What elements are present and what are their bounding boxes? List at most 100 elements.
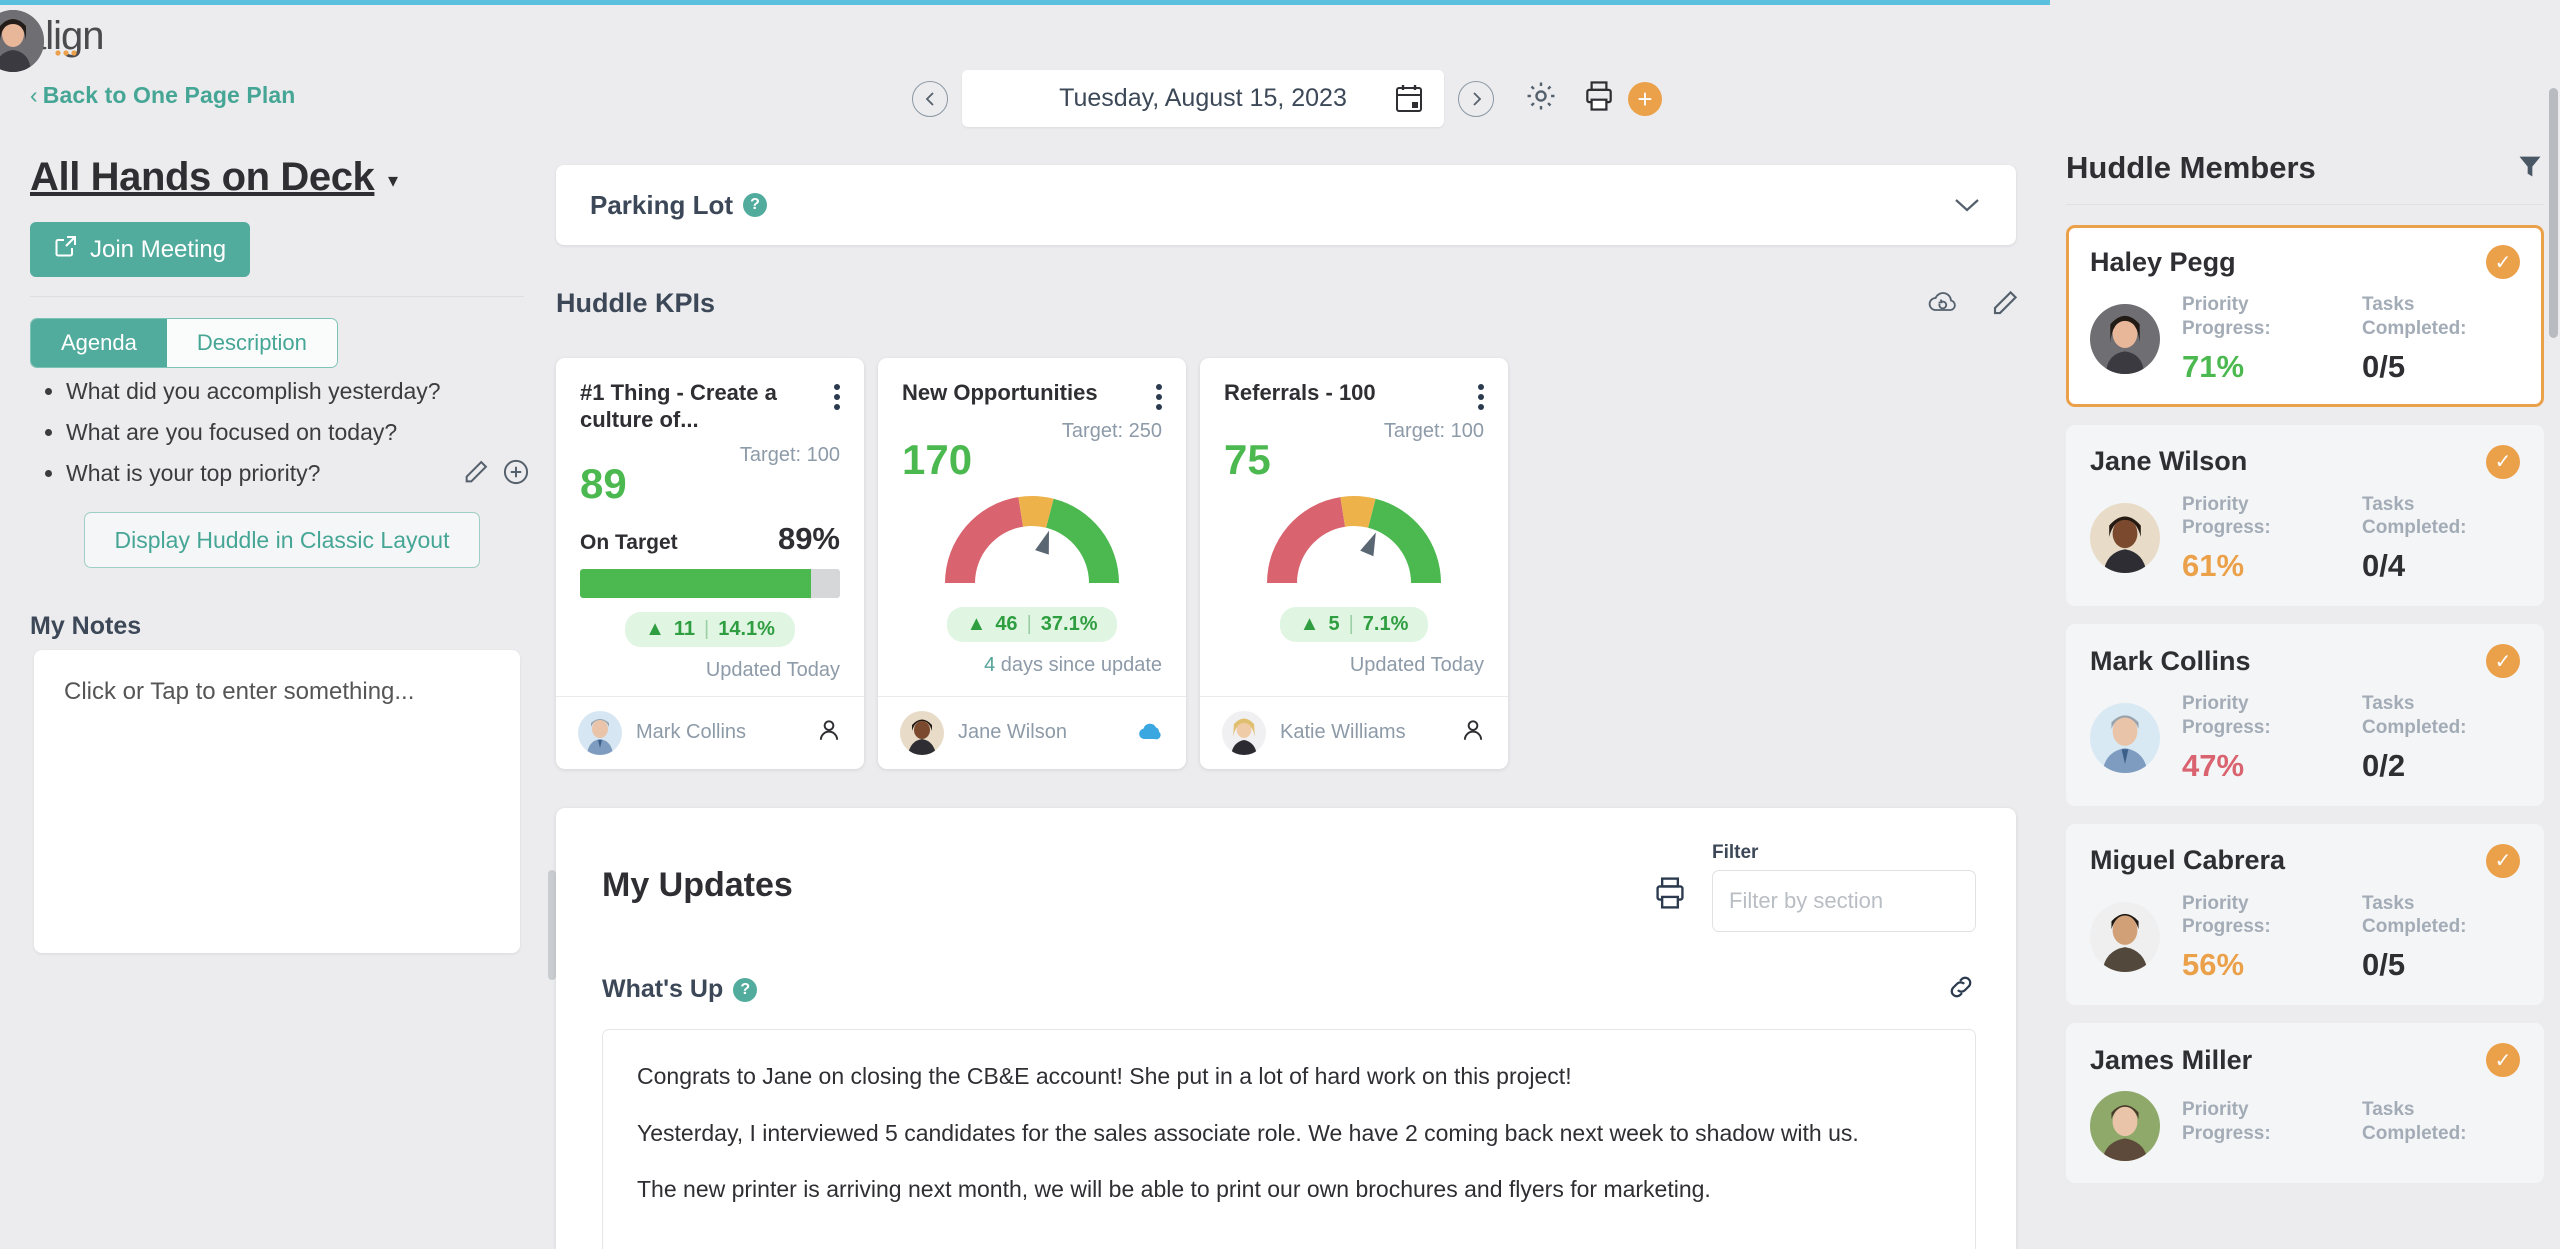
kpi-value: 89 [580,459,627,507]
my-notes-input[interactable]: Click or Tap to enter something... [34,650,520,953]
avatar [1222,710,1266,755]
tab-agenda[interactable]: Agenda [31,319,167,367]
kebab-menu-icon[interactable] [1478,384,1484,410]
check-icon[interactable]: ✓ [2486,444,2520,479]
kpi-owner-name: Jane Wilson [958,721,1067,744]
kpi-percent-label: 89% [777,520,840,556]
delta-separator: | [1026,613,1032,635]
help-icon[interactable]: ? [733,977,758,1002]
person-icon[interactable] [1460,717,1486,748]
printer-icon[interactable] [1654,876,1686,915]
member-card-body: Priority Progress: Tasks Completed: [2090,1091,2520,1161]
chevron-down-icon[interactable] [1952,190,1982,221]
member-tasks-completed: Tasks Completed: [2362,1098,2520,1154]
main-content: Parking Lot ? Huddle KPIs #1 Thing - Cre… [556,0,2050,1249]
priority-progress-label: Priority Progress: [2182,294,2271,339]
whats-up-content[interactable]: Congrats to Jane on closing the CB&E acc… [602,1029,1976,1249]
kpi-title: New Opportunities [902,380,1098,405]
tasks-completed-value: 0/5 [2362,348,2406,384]
member-priority-progress: Priority Progress: 47% [2182,692,2340,784]
edit-kpis-icon[interactable] [1990,288,2020,323]
agenda-item: What is your top priority? [66,460,520,487]
whats-up-title-group: What's Up ? [602,975,758,1004]
chevron-left-icon: ‹ [30,82,38,108]
check-icon[interactable]: ✓ [2486,843,2520,878]
delta-up-arrow-icon: ▲ [645,617,665,640]
member-card-body: Priority Progress: 71% Tasks Completed: 0/5 [2090,293,2520,385]
cloud-refresh-icon[interactable] [1926,289,1958,322]
member-name: Miguel Cabrera [2090,845,2286,875]
kpi-title: #1 Thing - Create a culture of... [580,380,777,432]
kpi-header-actions [1926,288,2020,323]
back-to-one-page-plan-link[interactable]: ‹ Back to One Page Plan [30,82,295,109]
tasks-completed-label: Tasks Completed: [2362,294,2467,339]
parking-lot-title-group: Parking Lot ? [590,190,768,221]
tab-description[interactable]: Description [166,319,337,367]
kpi-delta-badge: ▲ 5 | 7.1% [1279,607,1429,642]
kpi-delta-wrap: ▲ 11 | 14.1% [580,611,840,647]
huddle-member-card[interactable]: Jane Wilson ✓ Priority Progress: 61% Tasks C… [2066,424,2544,606]
parking-lot-section[interactable]: Parking Lot ? [556,165,2016,245]
check-icon[interactable]: ✓ [2486,245,2520,279]
link-icon[interactable] [1946,972,1976,1007]
delta-value: 11 [673,617,696,640]
kpi-title: Referrals - 100 [1224,380,1376,405]
display-classic-layout-button[interactable]: Display Huddle in Classic Layout [84,512,480,568]
kpi-gauge [902,475,1162,593]
kebab-menu-icon[interactable] [1156,384,1162,410]
kpi-updated-highlight: 4 [984,654,996,676]
huddle-member-card[interactable]: Miguel Cabrera ✓ Priority Progress: 56% Task… [2066,823,2544,1005]
kpi-progress-bar [580,568,840,598]
kebab-menu-icon[interactable] [834,384,840,410]
kpi-delta-badge: ▲ 11 | 14.1% [625,611,795,647]
person-icon[interactable] [816,717,842,748]
back-link-label: Back to One Page Plan [42,82,296,108]
member-priority-progress: Priority Progress: 71% [2182,293,2340,385]
tasks-completed-label: Tasks Completed: [2362,892,2467,938]
priority-progress-value: 61% [2182,548,2245,583]
kpi-owner-name: Mark Collins [636,721,747,744]
huddle-member-card[interactable]: Haley Pegg ✓ Priority Progress: 71% Tasks Co… [2066,225,2544,407]
tasks-completed-value: 0/5 [2362,947,2406,982]
left-scrollbar-thumb[interactable] [548,870,556,980]
help-icon[interactable]: ? [743,193,768,217]
priority-progress-label: Priority Progress: [2182,493,2271,539]
my-notes-placeholder: Click or Tap to enter something... [64,678,415,705]
funnel-icon[interactable] [2516,152,2544,185]
huddle-members-title: Huddle Members [2066,150,2316,185]
check-icon[interactable]: ✓ [2486,644,2520,678]
delta-value: 5 [1328,613,1340,635]
kpi-delta-badge: ▲ 46 | 37.1% [946,607,1118,642]
member-priority-progress: Priority Progress: 61% [2182,493,2340,585]
tasks-completed-value: 0/4 [2362,548,2406,583]
kpi-card[interactable]: #1 Thing - Create a culture of... Target… [556,358,864,769]
member-card-header: Haley Pegg ✓ [2090,245,2520,279]
member-priority-progress: Priority Progress: [2182,1098,2340,1154]
priority-progress-value: 47% [2182,747,2245,783]
meeting-dropdown-caret[interactable]: ▾ [388,168,398,193]
member-card-body: Priority Progress: 61% Tasks Completed: 0/4 [2090,493,2520,585]
whats-up-row: What's Up ? [602,972,1976,1007]
kpi-card[interactable]: Referrals - 100 Target: 100 75 ▲ 5 | 7.1… [1200,358,1508,769]
agenda-items: What did you accomplish yesterday? What … [40,378,520,501]
filter-input[interactable] [1712,870,1976,932]
delta-up-arrow-icon: ▲ [966,613,987,635]
right-scrollbar-thumb[interactable] [2549,88,2558,338]
salesforce-cloud-icon[interactable] [1134,719,1164,746]
member-card-body: Priority Progress: 56% Tasks Completed: 0/5 [2090,892,2520,984]
tasks-completed-label: Tasks Completed: [2362,1099,2467,1144]
huddle-member-card[interactable]: Mark Collins ✓ Priority Progress: 47% Tasks … [2066,624,2544,806]
member-name: Haley Pegg [2090,246,2236,277]
check-icon[interactable]: ✓ [2486,1043,2520,1077]
kpi-card[interactable]: New Opportunities Target: 250 170 ▲ 46 |… [878,358,1186,769]
huddle-member-card[interactable]: James Miller ✓ Priority Progress: Tasks Com… [2066,1023,2544,1183]
kpi-status-row: On Target 89% [580,521,840,557]
update-paragraph: Congrats to Jane on closing the CB&E acc… [637,1063,1572,1089]
meeting-title[interactable]: All Hands on Deck [30,155,375,200]
delta-percent: 37.1% [1040,613,1098,635]
huddle-members-list: Haley Pegg ✓ Priority Progress: 71% Tasks Co… [2066,225,2544,1201]
join-meeting-button[interactable]: Join Meeting [30,222,251,277]
delta-percent: 14.1% [718,617,775,640]
priority-progress-label: Priority Progress: [2182,693,2271,738]
tasks-completed-value: 0/2 [2362,747,2406,783]
